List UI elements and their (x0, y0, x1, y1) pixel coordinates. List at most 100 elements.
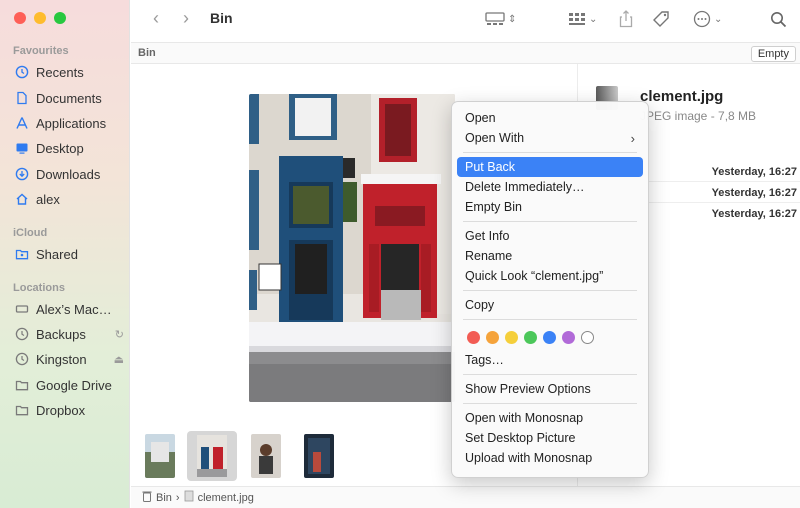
gallery-preview-image[interactable] (249, 94, 455, 402)
sidebar-item-label: Documents (36, 90, 102, 106)
eject-icon[interactable]: ⏏ (114, 353, 124, 366)
menu-item-get-info[interactable]: Get Info (457, 226, 643, 246)
chevron-down-icon: ⌄ (714, 13, 723, 25)
clock-icon (14, 64, 30, 80)
menu-item-label: Put Back (465, 160, 516, 174)
menu-item-copy[interactable]: Copy (457, 295, 643, 315)
search-button[interactable] (770, 9, 787, 29)
menu-item-open-with[interactable]: Open With › (457, 128, 643, 148)
tag-color-row (457, 324, 643, 350)
menu-item-label: Upload with Monosnap (465, 451, 593, 465)
menu-item-label: Set Desktop Picture (465, 431, 576, 445)
menu-separator (463, 403, 637, 404)
empty-bin-button[interactable]: Empty (750, 46, 796, 62)
bin-icon (142, 490, 152, 505)
sidebar-item-documents[interactable]: Documents (10, 87, 124, 109)
chevron-right-icon: › (175, 491, 180, 504)
forward-icon[interactable]: › (177, 9, 195, 28)
applications-icon (14, 115, 30, 131)
downloads-icon (14, 166, 30, 182)
sidebar-item-desktop[interactable]: Desktop (10, 137, 124, 159)
sidebar-section-icloud: iCloud (13, 227, 48, 239)
toolbar: ‹ › Bin ⇕ ⌄ ⌄ (131, 0, 800, 38)
home-icon (14, 191, 30, 207)
share-icon (619, 10, 633, 28)
image-file-icon (184, 490, 194, 505)
menu-item-set-desktop-picture[interactable]: Set Desktop Picture (457, 428, 643, 448)
tag-orange-dot[interactable] (486, 330, 499, 344)
sidebar-item-google-drive[interactable]: Google Drive (10, 374, 124, 396)
sidebar-item-label: Recents (36, 64, 84, 80)
gallery-view-icon (485, 12, 505, 25)
sidebar-item-label: Google Drive (36, 377, 112, 393)
sidebar-item-label: Applications (36, 115, 107, 131)
tag-purple-dot[interactable] (562, 330, 575, 344)
tag-button[interactable] (653, 9, 671, 29)
group-button[interactable]: ⌄ (568, 9, 597, 29)
back-icon[interactable]: ‹ (147, 9, 165, 28)
info-value: Yesterday, 16:27 (711, 166, 797, 178)
menu-item-delete-immediately[interactable]: Delete Immediately… (457, 177, 643, 197)
grid-icon (569, 13, 585, 25)
tag-yellow-dot[interactable] (505, 330, 518, 344)
thumbnail[interactable] (304, 434, 334, 478)
tag-none-dot[interactable] (581, 330, 594, 344)
search-icon (771, 11, 787, 27)
minimize-window-button[interactable] (34, 12, 46, 24)
menu-item-tags[interactable]: Tags… (457, 350, 643, 370)
menu-item-label: Tags… (465, 353, 504, 367)
chevron-right-icon: › (630, 130, 635, 146)
menu-item-empty-bin[interactable]: Empty Bin (457, 197, 643, 217)
thumbnail[interactable] (251, 434, 281, 478)
sidebar-item-alexs-mac[interactable]: Alex’s Mac… (10, 298, 124, 320)
folder-icon (14, 377, 30, 393)
sidebar-item-label: Shared (36, 246, 78, 262)
path-file[interactable]: clement.jpg (198, 492, 254, 504)
action-button[interactable]: ⌄ (693, 9, 722, 29)
share-button[interactable] (619, 9, 633, 29)
sidebar-item-kingston[interactable]: Kingston ⏏ (10, 348, 124, 370)
menu-item-open-with-monosnap[interactable]: Open with Monosnap (457, 408, 643, 428)
sidebar-item-alex[interactable]: alex (10, 188, 124, 210)
thumbnail[interactable] (145, 434, 175, 478)
sidebar-item-label: Dropbox (36, 402, 86, 418)
menu-item-open[interactable]: Open (457, 108, 643, 128)
menu-item-label: Quick Look “clement.jpg” (465, 269, 604, 283)
menu-separator (463, 374, 637, 375)
tag-blue-dot[interactable] (543, 330, 556, 344)
menu-item-rename[interactable]: Rename (457, 246, 643, 266)
view-options-button[interactable]: ⇕ (485, 9, 516, 29)
menu-item-label: Get Info (465, 229, 510, 243)
menu-item-put-back[interactable]: Put Back (457, 157, 643, 177)
sidebar-item-downloads[interactable]: Downloads (10, 163, 124, 185)
sidebar-item-label: Alex’s Mac… (36, 301, 112, 317)
sidebar-item-applications[interactable]: Applications (10, 112, 124, 134)
menu-item-label: Copy (465, 298, 495, 312)
sidebar-section-locations: Locations (13, 282, 65, 294)
close-window-button[interactable] (14, 12, 26, 24)
zoom-window-button[interactable] (54, 12, 66, 24)
computer-icon (14, 301, 30, 317)
thumbnail-selected[interactable] (187, 431, 237, 481)
sidebar: Favourites Recents Documents Application… (0, 0, 130, 508)
file-meta: JPEG image - 7,8 MB (640, 109, 757, 123)
sidebar-item-recents[interactable]: Recents (10, 61, 124, 83)
menu-item-quick-look[interactable]: Quick Look “clement.jpg” (457, 266, 643, 286)
path-bar: Bin › clement.jpg (131, 486, 800, 508)
location-header: Bin Empty (131, 42, 800, 64)
window-title: Bin (210, 10, 233, 26)
menu-separator (463, 290, 637, 291)
info-value: Yesterday, 16:27 (711, 208, 797, 220)
more-icon (693, 10, 711, 28)
menu-item-show-preview-options[interactable]: Show Preview Options (457, 379, 643, 399)
tag-red-dot[interactable] (467, 330, 480, 344)
path-bin[interactable]: Bin (156, 492, 172, 504)
sidebar-item-dropbox[interactable]: Dropbox (10, 399, 124, 421)
sidebar-item-backups[interactable]: Backups ↻ (10, 323, 124, 345)
chevron-updown-icon: ⇕ (508, 13, 517, 25)
menu-item-label: Rename (465, 249, 513, 263)
desktop-icon (14, 140, 30, 156)
menu-item-upload-with-monosnap[interactable]: Upload with Monosnap (457, 448, 643, 468)
tag-green-dot[interactable] (524, 330, 537, 344)
sidebar-item-shared[interactable]: Shared (10, 243, 124, 265)
